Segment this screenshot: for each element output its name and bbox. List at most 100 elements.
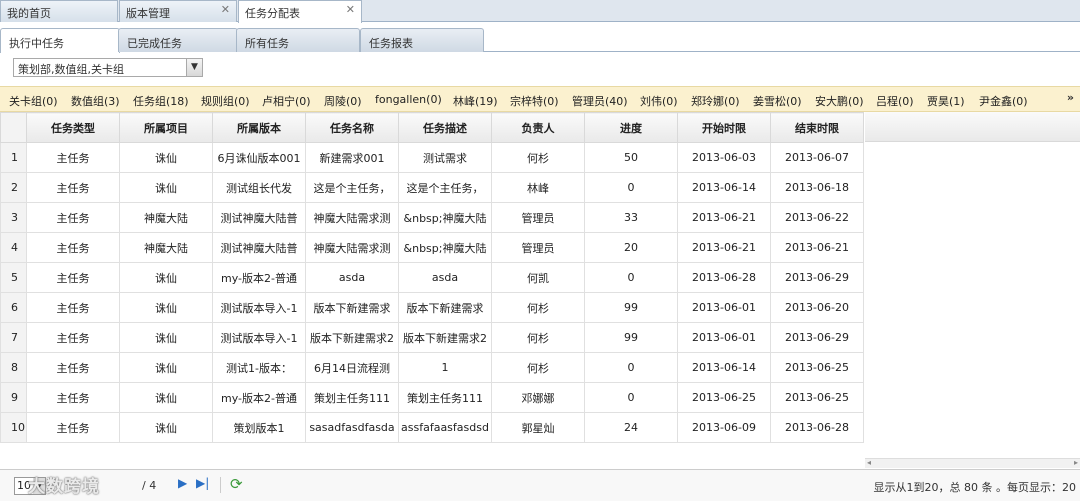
chevron-down-icon[interactable]: ▼	[186, 59, 202, 76]
refresh-icon[interactable]: ⟳	[230, 475, 243, 493]
table-cell: 何凯	[491, 262, 585, 293]
row-number: 2	[0, 172, 27, 203]
table-row[interactable]: 1 主任务 诛仙 6月诛仙版本001 新建需求001 测试需求 何杉 50 20…	[0, 142, 864, 173]
table-cell: 测试版本导入-1	[212, 292, 306, 323]
column-header[interactable]: 任务名称	[305, 112, 399, 143]
filter-item[interactable]: 贾昊(1)	[927, 93, 965, 109]
filter-item[interactable]: 安大鹏(0)	[815, 93, 864, 109]
filter-item[interactable]: 刘伟(0)	[640, 93, 678, 109]
sub-tab-bar: 执行中任务 已完成任务 所有任务 任务报表	[0, 28, 1080, 53]
column-header[interactable]: 任务类型	[26, 112, 120, 143]
table-cell: 诛仙	[119, 292, 213, 323]
divider	[220, 477, 221, 493]
table-row[interactable]: 5 主任务 诛仙 my-版本2-普通 asda asda 何凯 0 2013-0…	[0, 262, 864, 293]
filter-item[interactable]: 规则组(0)	[201, 93, 250, 109]
table-row[interactable]: 2 主任务 诛仙 测试组长代发 这是个主任务， 这是个主任务， 林峰 0 201…	[0, 172, 864, 203]
table-cell: 神魔大陆	[119, 232, 213, 263]
scroll-right-icon[interactable]: ▸	[1074, 458, 1078, 467]
next-page-icon[interactable]: ▶	[178, 476, 187, 490]
tab-home[interactable]: 我的首页	[0, 0, 118, 22]
filter-item[interactable]: 数值组(3)	[71, 93, 120, 109]
close-icon[interactable]: ✕	[221, 3, 230, 16]
expand-more-icon[interactable]: »	[1067, 91, 1074, 104]
table-cell: 主任务	[26, 352, 120, 383]
last-page-icon[interactable]: ▶|	[196, 476, 209, 490]
filter-item[interactable]: 吕程(0)	[876, 93, 914, 109]
table-cell: 主任务	[26, 232, 120, 263]
tab-version-management[interactable]: 版本管理 ✕	[119, 0, 237, 22]
table-cell: 新建需求001	[305, 142, 399, 173]
column-header[interactable]: 进度	[584, 112, 678, 143]
table-cell: 管理员	[491, 232, 585, 263]
table-cell: 33	[584, 202, 678, 233]
table-cell: 诛仙	[119, 412, 213, 443]
table-cell: 2013-06-20	[770, 292, 864, 323]
filter-item[interactable]: 管理员(40)	[572, 93, 628, 109]
filter-item[interactable]: 周陵(0)	[324, 93, 362, 109]
table-cell: 50	[584, 142, 678, 173]
horizontal-scrollbar[interactable]: ◂ ▸	[865, 458, 1080, 468]
table-cell: 2013-06-21	[677, 232, 771, 263]
column-header[interactable]: 结束时限	[770, 112, 864, 143]
filter-item[interactable]: 关卡组(0)	[9, 93, 58, 109]
filter-item[interactable]: 姜雪松(0)	[753, 93, 802, 109]
scroll-left-icon[interactable]: ◂	[867, 458, 871, 467]
filter-item[interactable]: 宗梓特(0)	[510, 93, 559, 109]
column-header[interactable]: 所属版本	[212, 112, 306, 143]
filter-item[interactable]: 林峰(19)	[453, 93, 498, 109]
filter-item[interactable]: fongallen(0)	[375, 93, 442, 106]
filter-item[interactable]: 郑玲娜(0)	[691, 93, 740, 109]
table-cell: 诛仙	[119, 142, 213, 173]
tab-version-management-label: 版本管理	[126, 7, 170, 20]
table-cell: 2013-06-25	[770, 352, 864, 383]
tab-completed[interactable]: 已完成任务	[118, 28, 238, 52]
tab-all[interactable]: 所有任务	[236, 28, 360, 52]
table-cell: 2013-06-28	[677, 262, 771, 293]
table-cell: 主任务	[26, 262, 120, 293]
table-row[interactable]: 9 主任务 诛仙 my-版本2-普通 策划主任务111 策划主任务111 邓娜娜…	[0, 382, 864, 413]
close-icon[interactable]: ✕	[346, 3, 355, 16]
table-cell: 测试神魔大陆普	[212, 232, 306, 263]
tab-task-assignment[interactable]: 任务分配表 ✕	[238, 0, 362, 23]
table-row[interactable]: 8 主任务 诛仙 测试1-版本： 6月14日流程测 1 何杉 0 2013-06…	[0, 352, 864, 383]
table-cell: sasadfasdfasda	[305, 412, 399, 443]
table-cell: 神魔大陆	[119, 202, 213, 233]
table-cell: 神魔大陆需求测	[305, 202, 399, 233]
table-row[interactable]: 10 主任务 诛仙 策划版本1 sasadfasdfasda assfafaas…	[0, 412, 864, 443]
filter-item[interactable]: 卢相宁(0)	[262, 93, 311, 109]
table-cell: 郭星灿	[491, 412, 585, 443]
top-tab-bar: 我的首页 版本管理 ✕ 任务分配表 ✕	[0, 0, 1080, 23]
filter-item[interactable]: 尹金鑫(0)	[979, 93, 1028, 109]
tab-report-label: 任务报表	[369, 37, 413, 50]
table-row[interactable]: 6 主任务 诛仙 测试版本导入-1 版本下新建需求 版本下新建需求 何杉 99 …	[0, 292, 864, 323]
tab-report[interactable]: 任务报表	[360, 28, 484, 52]
table-cell: 2013-06-14	[677, 172, 771, 203]
group-select[interactable]: 策划部,数值组,关卡组 ▼	[13, 58, 203, 77]
filter-item[interactable]: 任务组(18)	[133, 93, 189, 109]
column-header[interactable]: 负责人	[491, 112, 585, 143]
table-cell: 20	[584, 232, 678, 263]
table-cell: 策划主任务111	[305, 382, 399, 413]
table-cell: 主任务	[26, 382, 120, 413]
column-header[interactable]: 任务描述	[398, 112, 492, 143]
tab-task-assignment-label: 任务分配表	[245, 7, 300, 20]
pager-info: 显示从1到20，总 80 条 。每页显示：20	[873, 481, 1076, 494]
row-number: 9	[0, 382, 27, 413]
column-header[interactable]: 所属项目	[119, 112, 213, 143]
table-cell: my-版本2-普通	[212, 262, 306, 293]
row-number: 8	[0, 352, 27, 383]
table-cell: 2013-06-29	[770, 262, 864, 293]
table-cell: 主任务	[26, 292, 120, 323]
table-cell: 诛仙	[119, 172, 213, 203]
column-header[interactable]: 开始时限	[677, 112, 771, 143]
table-cell: 诛仙	[119, 352, 213, 383]
table-cell: 邓娜娜	[491, 382, 585, 413]
tab-in-progress[interactable]: 执行中任务	[0, 28, 120, 53]
total-pages: / 4	[142, 479, 157, 492]
table-row[interactable]: 7 主任务 诛仙 测试版本导入-1 版本下新建需求2 版本下新建需求2 何杉 9…	[0, 322, 864, 353]
table-row[interactable]: 3 主任务 神魔大陆 测试神魔大陆普 神魔大陆需求测 &nbsp;神魔大陆 管理…	[0, 202, 864, 233]
table-cell: 2013-06-07	[770, 142, 864, 173]
table-cell: 这是个主任务，	[305, 172, 399, 203]
table-row[interactable]: 4 主任务 神魔大陆 测试神魔大陆普 神魔大陆需求测 &nbsp;神魔大陆 管理…	[0, 232, 864, 263]
table-cell: 2013-06-01	[677, 292, 771, 323]
